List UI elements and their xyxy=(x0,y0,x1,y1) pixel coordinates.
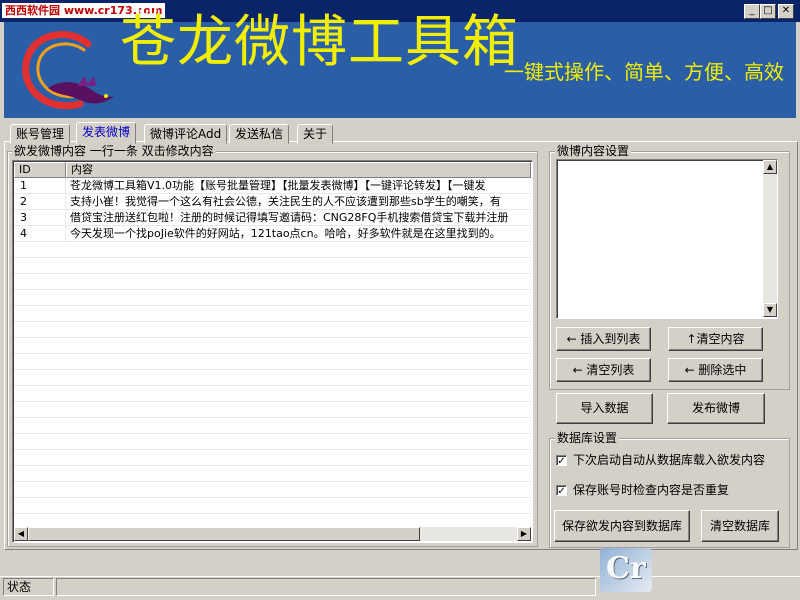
row-content: 今天发现一个找poJie软件的好网站，121tao点cn。哈哈，好多软件就是在这… xyxy=(70,227,501,240)
auto-load-label[interactable]: 下次启动自动从数据库载入欲发内容 xyxy=(573,453,765,467)
table-row[interactable]: 2 支持小崔！我觉得一个这么有社会公德，关注民生的人不应该遭到那些sb学生的嘲笑… xyxy=(14,194,531,210)
status-separator xyxy=(0,576,800,577)
row-id: 3 xyxy=(20,211,27,224)
vertical-scrollbar[interactable]: ▲ ▼ xyxy=(763,160,777,317)
auto-load-checkbox[interactable]: ✓ xyxy=(556,455,567,467)
publish-weibo-button[interactable]: 发布微博 xyxy=(667,393,765,424)
row-content: 苍龙微博工具箱V1.0功能【账号批量管理】【批量发表微博】【一键评论转发】【一键… xyxy=(70,179,486,192)
watermark-badge: Cr xyxy=(600,548,652,592)
content-settings-group-label: 微博内容设置 xyxy=(555,144,632,158)
status-value xyxy=(56,578,596,596)
scroll-up-icon[interactable]: ▲ xyxy=(763,160,777,174)
insert-to-list-button[interactable]: ← 插入到列表 xyxy=(556,327,651,351)
save-to-database-button[interactable]: 保存欲发内容到数据库 xyxy=(554,510,690,542)
scroll-left-icon[interactable]: ◀ xyxy=(14,527,28,541)
clear-content-button[interactable]: ↑清空内容 xyxy=(668,327,763,351)
delete-selected-button[interactable]: ← 删除选中 xyxy=(668,358,763,382)
status-label: 状态 xyxy=(3,578,54,596)
row-id: 4 xyxy=(20,227,27,240)
scroll-down-icon[interactable]: ▼ xyxy=(763,303,777,317)
close-button[interactable]: ✕ xyxy=(778,4,794,19)
minimize-button[interactable]: _ xyxy=(744,4,760,19)
tab-account-management[interactable]: 账号管理 xyxy=(10,124,71,144)
pending-content-listview[interactable]: ID 内容 1 苍龙微博工具箱V1.0功能【账号批量管理】【批量发表微博】【一键… xyxy=(12,160,533,543)
maximize-button[interactable]: □ xyxy=(760,4,776,19)
clear-database-button[interactable]: 清空数据库 xyxy=(701,510,779,542)
pending-content-group-label: 欲发微博内容 一行一条 双击修改内容 xyxy=(12,144,216,158)
tab-post-weibo[interactable]: 发表微博 xyxy=(76,122,137,144)
tab-weibo-comment-add[interactable]: 微博评论Add xyxy=(144,124,228,144)
dragon-logo-icon xyxy=(22,31,114,110)
horizontal-scrollbar[interactable]: ◀ ▶ xyxy=(14,527,531,541)
row-id: 2 xyxy=(20,195,27,208)
column-header-id[interactable]: ID xyxy=(14,162,66,178)
scroll-thumb[interactable] xyxy=(28,527,420,541)
row-content: 借贷宝注册送红包啦！注册的时候记得填写邀请码：CNG28FQ手机搜索借贷宝下载并… xyxy=(70,211,509,224)
tab-send-message[interactable]: 发送私信 xyxy=(229,124,290,144)
check-duplicate-label[interactable]: 保存账号时检查内容是否重复 xyxy=(573,483,729,497)
content-textarea[interactable] xyxy=(556,159,778,319)
banner-slogan: 一键式操作、简单、方便、高效 xyxy=(504,60,784,84)
watermark-text: Cr xyxy=(606,551,646,586)
table-row[interactable]: 4 今天发现一个找poJie软件的好网站，121tao点cn。哈哈，好多软件就是… xyxy=(14,226,531,242)
table-row[interactable]: 1 苍龙微博工具箱V1.0功能【账号批量管理】【批量发表微博】【一键评论转发】【… xyxy=(14,178,531,194)
tab-about[interactable]: 关于 xyxy=(297,124,334,144)
row-content: 支持小崔！我觉得一个这么有社会公德，关注民生的人不应该遭到那些sb学生的嘲笑，有 xyxy=(70,195,501,208)
scroll-right-icon[interactable]: ▶ xyxy=(517,527,531,541)
check-duplicate-checkbox[interactable]: ✓ xyxy=(556,485,567,497)
table-row[interactable]: 3 借贷宝注册送红包啦！注册的时候记得填写邀请码：CNG28FQ手机搜索借贷宝下… xyxy=(14,210,531,226)
row-id: 1 xyxy=(20,179,27,192)
import-data-button[interactable]: 导入数据 xyxy=(556,393,653,424)
database-settings-group-label: 数据库设置 xyxy=(555,431,620,445)
clear-list-button[interactable]: ← 清空列表 xyxy=(556,358,651,382)
empty-row-area xyxy=(14,242,531,527)
column-header-content[interactable]: 内容 xyxy=(66,162,531,178)
banner-title: 苍龙微博工具箱 xyxy=(120,10,519,75)
